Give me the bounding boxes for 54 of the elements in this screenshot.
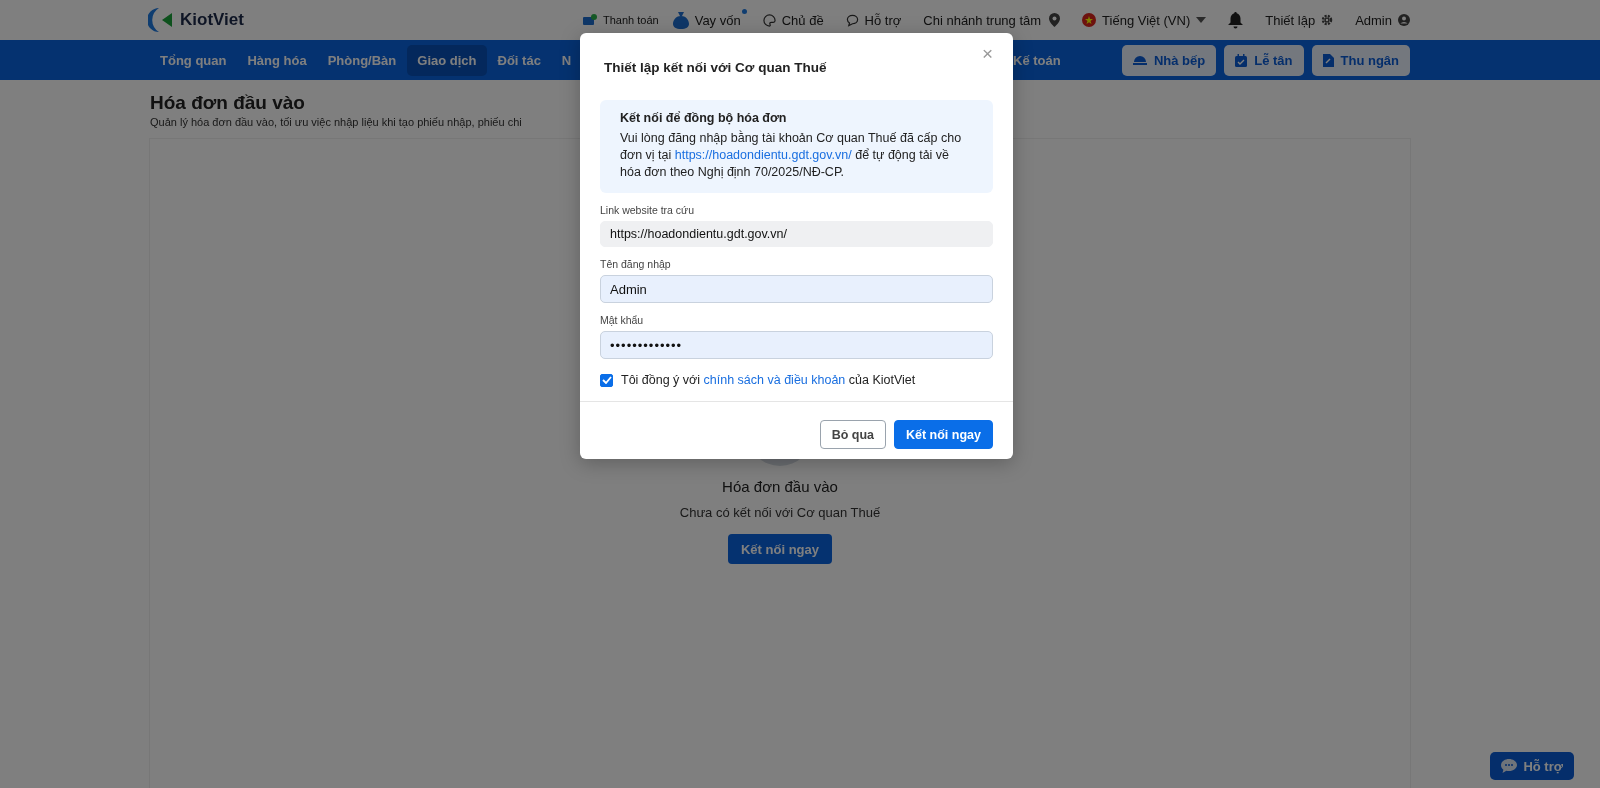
nav-action-button[interactable]: Lễ tân <box>1224 44 1304 76</box>
input-field[interactable]: Admin <box>600 275 993 303</box>
dialog-title: Thiết lập kết nối với Cơ quan Thuế <box>604 59 827 75</box>
nav-tab[interactable]: Phòng/Bàn <box>317 44 407 76</box>
nav-tab[interactable]: Đối tác <box>487 44 551 76</box>
nav-tab[interactable]: N <box>551 44 582 76</box>
flag-icon <box>1082 13 1097 27</box>
nav-tab[interactable]: Tổng quan <box>150 44 237 76</box>
info-text: Vui lòng đăng nhập bằng tài khoản Cơ quan Thuế đã cấp cho đơn vị tại https://hoadondientu.gdt.gov.vn/ để tự động tải về hóa đơn theo Nghị định 70/2025/NĐ-CP. <box>620 130 963 181</box>
nav-action-button[interactable]: Thu ngân <box>1311 44 1410 76</box>
nav-tab[interactable]: Hàng hóa <box>237 44 317 76</box>
connect-button[interactable]: Kết nối ngay <box>728 534 832 564</box>
website-link[interactable]: https://hoadondientu.gdt.gov.vn/ <box>674 148 852 162</box>
consent-text: Tôi đồng ý với chính sách và điều khoản của KiotViet <box>621 373 916 387</box>
chat-icon <box>1501 759 1518 773</box>
empty-state-title: Hóa đơn đầu vào <box>722 478 838 495</box>
caret-icon <box>1196 17 1207 23</box>
wallet-icon <box>583 14 597 26</box>
header-link[interactable]: Thanh toán <box>583 14 659 26</box>
calendar-icon <box>1235 53 1248 67</box>
settings-link[interactable]: Thiết lập <box>1265 12 1334 28</box>
cloche-icon <box>1132 55 1147 65</box>
page-title: Hóa đơn đầu vào <box>150 92 305 114</box>
chat-icon <box>845 13 859 27</box>
close-button[interactable]: × <box>981 44 993 63</box>
help-button[interactable]: Hỗ trợ <box>1490 752 1574 780</box>
dialog-button[interactable]: Bỏ qua <box>819 420 886 449</box>
field-label: Link website tra cứu <box>600 204 695 216</box>
palette-icon <box>762 13 776 27</box>
nav-action-button[interactable]: Nhà bếp <box>1121 44 1217 76</box>
location-pin-icon <box>1049 13 1061 27</box>
document-icon <box>1322 53 1334 67</box>
brand-name: KiotViet <box>180 10 244 30</box>
input-field[interactable]: https://hoadondientu.gdt.gov.vn/ <box>600 221 993 247</box>
info-title: Kết nối để đồng bộ hóa đơn <box>620 111 788 125</box>
terms-link[interactable]: chính sách và điều khoản <box>703 373 846 387</box>
user-menu[interactable]: Admin <box>1355 12 1410 28</box>
header-link[interactable]: Vay vốn <box>672 11 741 29</box>
notification-bell-icon[interactable] <box>1228 11 1244 29</box>
language-selector[interactable]: Tiếng Việt (VN) <box>1082 12 1207 28</box>
field-label: Mật khẩu <box>600 314 645 326</box>
field-label: Tên đăng nhập <box>600 258 672 270</box>
header-link[interactable]: Chủ đề <box>762 12 824 28</box>
settings-icon <box>1321 14 1334 26</box>
branch-selector[interactable]: Chi nhánh trung tâm <box>923 12 1061 28</box>
checkbox[interactable] <box>600 373 613 387</box>
empty-state-message: Chưa có kết nối với Cơ quan Thuế <box>679 505 881 520</box>
page-subtitle: Quản lý hóa đơn đầu vào, tối ưu việc nhập liệu khi tạo phiếu nhập, phiếu chi <box>150 116 522 128</box>
logo-icon <box>148 7 174 33</box>
nav-tab[interactable]: Giao dịch <box>407 44 487 76</box>
input-field[interactable]: ••••••••••••• <box>600 331 993 359</box>
user-icon <box>1398 14 1410 26</box>
dialog-button[interactable]: Kết nối ngay <box>894 420 993 449</box>
money-bag-icon <box>672 11 689 29</box>
